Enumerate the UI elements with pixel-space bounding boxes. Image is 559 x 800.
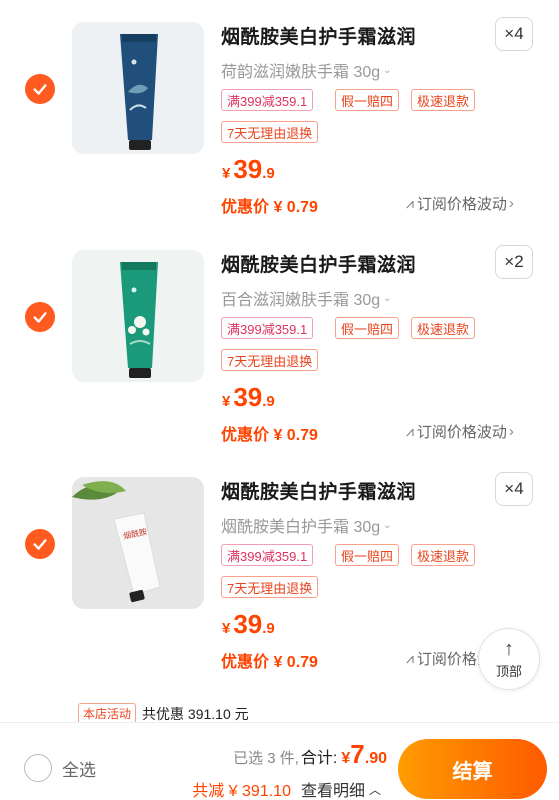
back-to-top-button[interactable]: ↑ 顶部 (478, 628, 540, 690)
quantity-button[interactable]: ×4 (495, 472, 533, 506)
total-amount: 7 (350, 739, 365, 769)
refund-tag: 极速退款 (411, 544, 476, 566)
arrow-up-icon: ↑ (504, 637, 514, 660)
return-tag: 7天无理由退换 (221, 349, 319, 371)
cart-item-2: 烟酰胺美白护手霜滋润 ×2 百合滋润嫩肤手霜 30g ⌄ 满399减359.1 … (0, 228, 559, 454)
refund-tag: 极速退款 (411, 317, 476, 339)
subscribe-price-alert[interactable]: ⩘ 订阅价格波动 › (406, 421, 514, 442)
shop-activity-text: 共优惠 391.10 元 (142, 705, 249, 722)
variant-label: 百合滋润嫩肤手霜 30g (221, 292, 381, 309)
cart-item-1: 烟酰胺美白护手霜滋润 ×4 荷韵滋润嫩肤手霜 30g ⌄ 满399减359.1 … (0, 0, 559, 226)
chevron-down-icon: ⌄ (383, 519, 392, 531)
shop-activity-badge: 本店活动 (78, 703, 137, 724)
chevron-down-icon: ⌄ (383, 292, 392, 304)
variant-selector[interactable]: 百合滋润嫩肤手霜 30g ⌄ (221, 286, 392, 310)
checkout-button[interactable]: 结算 (398, 739, 547, 799)
promo-tag: 满399减359.1 (221, 317, 314, 339)
cart-item-3: 烟酰胺 烟酰胺美白护手霜滋润 ×4 烟酰胺美白护手霜 30g ⌄ 满399减35… (0, 455, 559, 681)
view-details-link[interactable]: 查看明细 (301, 777, 365, 800)
chevron-right-icon: › (508, 423, 514, 440)
price: ¥ 39 .9 (222, 609, 275, 639)
variant-label: 荷韵滋润嫩肤手霜 30g (221, 64, 381, 81)
return-tag: 7天无理由退换 (221, 121, 319, 143)
chart-icon: ⩘ (406, 423, 414, 439)
quantity-button[interactable]: ×2 (495, 245, 533, 279)
refund-tag: 极速退款 (411, 89, 476, 111)
product-title[interactable]: 烟酰胺美白护手霜滋润 (221, 22, 416, 49)
hand-cream-tube-image (72, 250, 204, 382)
product-image[interactable]: 烟酰胺 (72, 477, 204, 609)
chevron-right-icon: › (508, 195, 514, 212)
guarantee-tag: 假一赔四 (335, 544, 400, 566)
select-all-label: 全选 (62, 760, 96, 780)
item-checkbox[interactable] (25, 302, 55, 332)
product-title[interactable]: 烟酰胺美白护手霜滋润 (221, 477, 416, 504)
product-image[interactable] (72, 22, 204, 154)
hand-cream-tube-image: 烟酰胺 (72, 477, 204, 609)
hand-cream-tube-image (72, 22, 204, 154)
check-icon (33, 84, 47, 95)
item-checkbox[interactable] (25, 529, 55, 559)
selected-count: 已选 3 件, (233, 750, 299, 767)
chevron-up-icon: ︿ (368, 782, 381, 797)
product-image[interactable] (72, 250, 204, 382)
check-icon (33, 539, 47, 550)
promo-tag: 满399减359.1 (221, 544, 314, 566)
variant-selector[interactable]: 荷韵滋润嫩肤手霜 30g ⌄ (221, 58, 392, 82)
checkout-bar: 全选 已选 3 件, 合计: ¥ 7 .90 共减 ¥ 391.10 查看明细 … (0, 722, 559, 800)
variant-label: 烟酰胺美白护手霜 30g (221, 519, 381, 536)
product-title[interactable]: 烟酰胺美白护手霜滋润 (221, 250, 416, 277)
discount-price: 优惠价 ¥ 0.79 (221, 654, 318, 671)
guarantee-tag: 假一赔四 (335, 317, 400, 339)
promo-tag: 满399减359.1 (221, 89, 314, 111)
price: ¥ 39 .9 (222, 154, 275, 184)
select-all[interactable]: 全选 (24, 754, 96, 782)
return-tag: 7天无理由退换 (221, 576, 319, 598)
chevron-down-icon: ⌄ (383, 64, 392, 76)
savings-amount: 共减 ¥ 391.10 (192, 783, 291, 800)
quantity-button[interactable]: ×4 (495, 17, 533, 51)
variant-selector[interactable]: 烟酰胺美白护手霜 30g ⌄ (221, 513, 392, 537)
check-icon (33, 312, 47, 323)
discount-price: 优惠价 ¥ 0.79 (221, 199, 318, 216)
savings-details[interactable]: 共减 ¥ 391.10 查看明细 ︿ (192, 777, 381, 800)
select-all-radio[interactable] (24, 754, 52, 782)
chart-icon: ⩘ (406, 650, 414, 666)
price: ¥ 39 .9 (222, 382, 275, 412)
back-to-top-label: 顶部 (495, 663, 522, 679)
total-label: 合计: (300, 750, 338, 767)
chart-icon: ⩘ (406, 195, 414, 211)
shop-activity: 本店活动 共优惠 391.10 元 (78, 703, 249, 724)
item-checkbox[interactable] (25, 74, 55, 104)
discount-price: 优惠价 ¥ 0.79 (221, 427, 318, 444)
total-summary: 已选 3 件, 合计: ¥ 7 .90 (233, 739, 387, 769)
subscribe-price-alert[interactable]: ⩘ 订阅价格波动 › (406, 193, 514, 214)
guarantee-tag: 假一赔四 (335, 89, 400, 111)
